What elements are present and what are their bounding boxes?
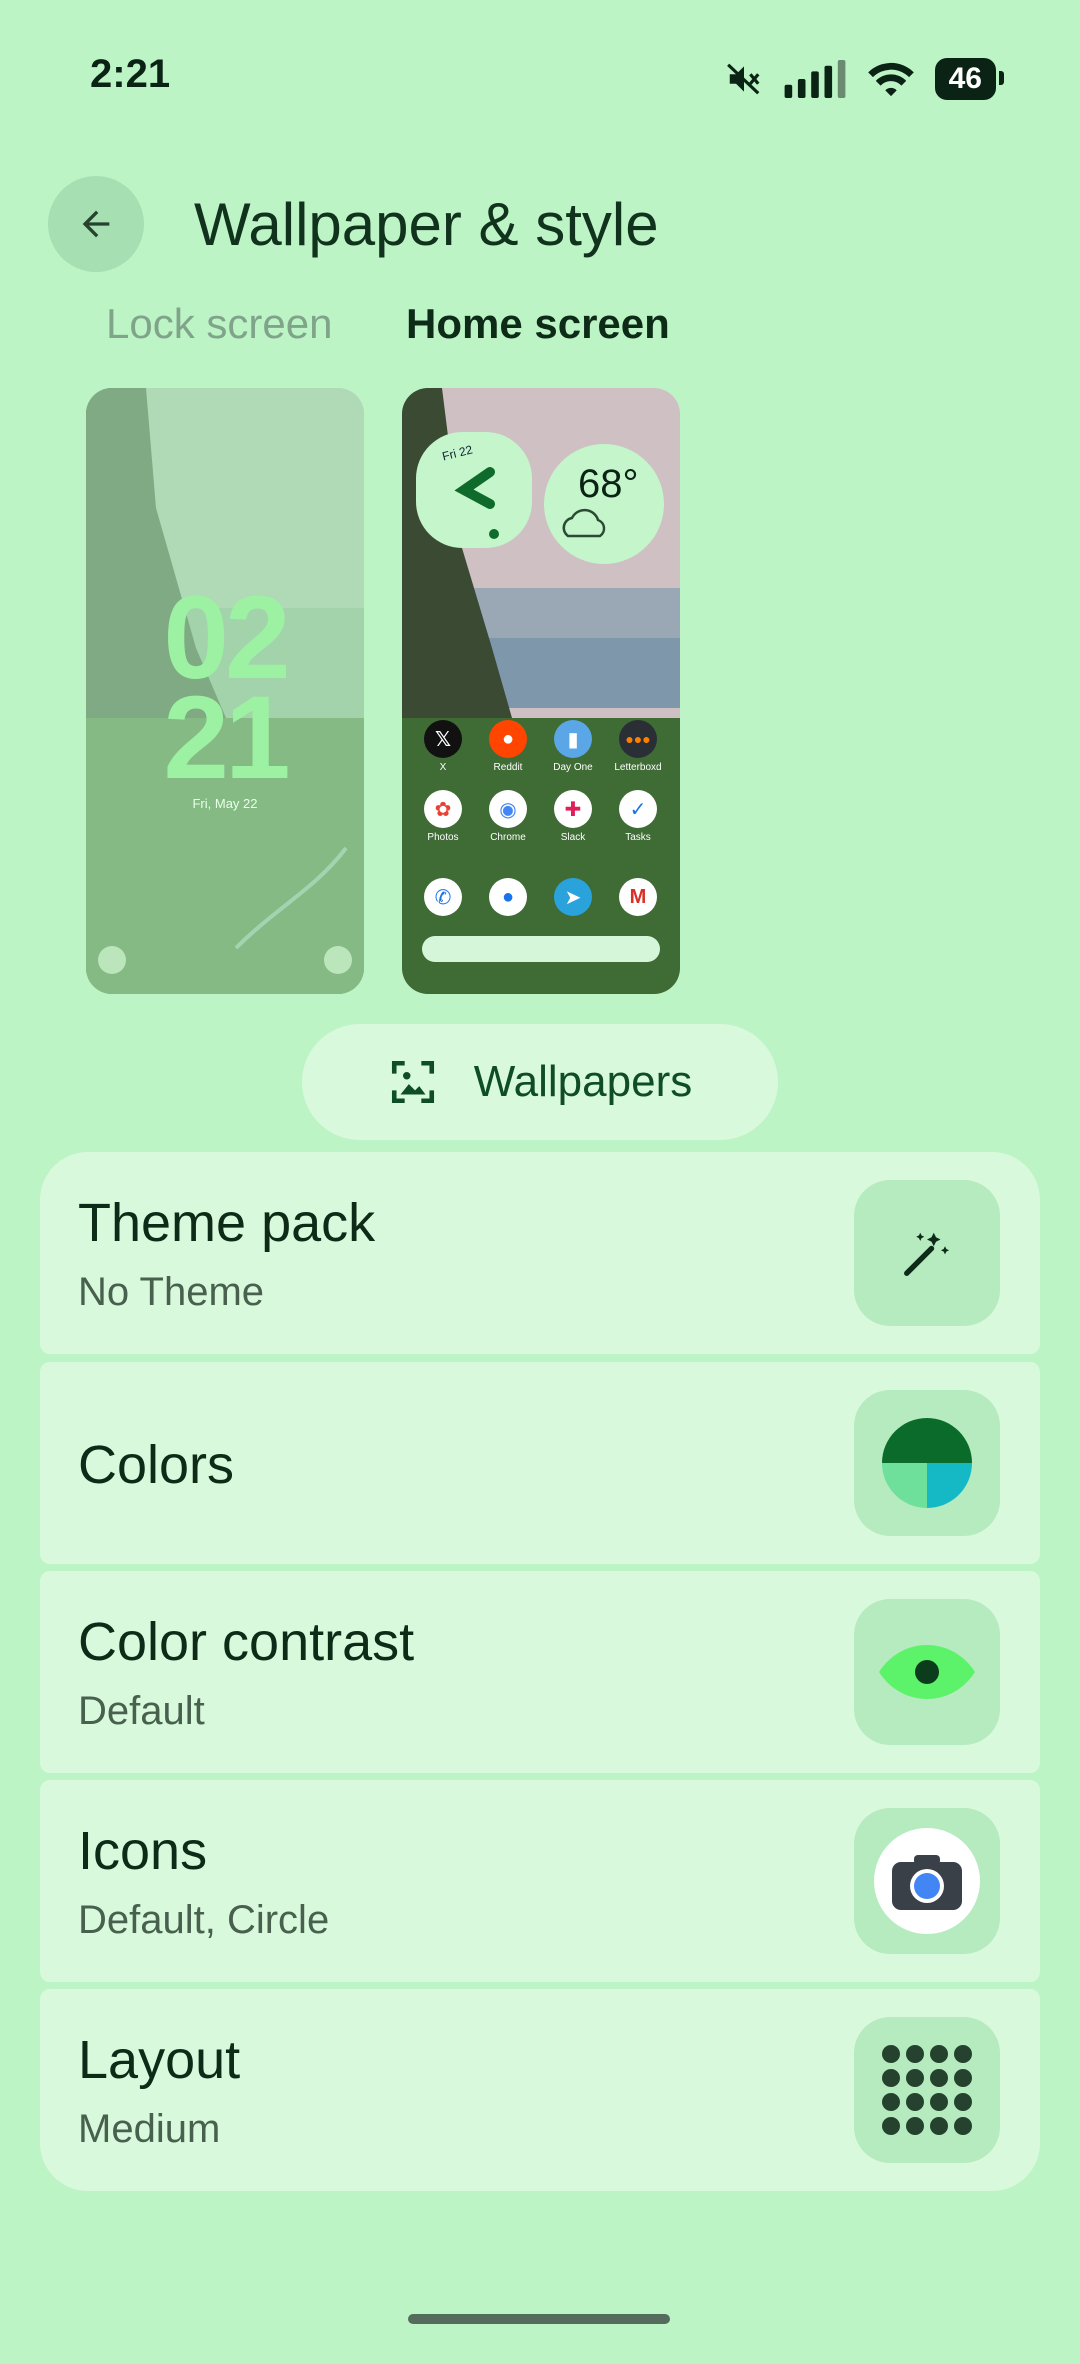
app-label: X [439,762,447,773]
messages-app-icon[interactable]: ● [489,878,527,916]
dayone-app-icon[interactable]: ▮ [554,720,592,758]
camera-app-icon [854,1808,1000,1954]
color-contrast-option[interactable]: Color contrast Default [40,1571,1040,1773]
lock-date: Fri, May 22 [192,796,258,811]
wallpapers-button[interactable]: Wallpapers [302,1024,778,1140]
letterboxd-app-icon[interactable]: ●●● [619,720,657,758]
option-title: Colors [78,1435,235,1495]
option-subtitle: No Theme [78,1270,265,1314]
option-title: Theme pack [78,1193,376,1253]
app-label: Day One [553,762,593,773]
tasks-app-icon[interactable]: ✓ [619,790,657,828]
grid-layout-icon [854,2017,1000,2163]
photos-app-icon[interactable]: ✿ [424,790,462,828]
arrow-back-icon [82,210,110,238]
clock-hands-icon [454,467,499,539]
home-screen-preview[interactable]: Fri 22 68° 𝕏 X ● Reddit ▮ Day One ●●● Le… [402,388,680,994]
tab-lock-screen[interactable]: Lock screen [106,300,332,348]
magic-wand-icon [854,1180,1000,1326]
option-subtitle: Medium [78,2107,221,2151]
phone-app-icon[interactable]: ✆ [424,878,462,916]
status-time: 2:21 [90,52,171,96]
status-icons: 46 [725,58,1005,100]
lock-clock: 02 21 [86,579,364,804]
app-label: Reddit [493,762,523,773]
wifi-icon [867,62,914,97]
page-title: Wallpaper & style [194,191,659,258]
slack-app-icon[interactable]: ✚ [554,790,592,828]
clock-widget[interactable] [416,432,532,548]
tab-home-screen[interactable]: Home screen [406,300,670,348]
weather-temp: 68° [578,462,639,506]
lock-clock-minutes: 21 [163,672,290,804]
telegram-app-icon[interactable]: ➤ [554,878,592,916]
app-label: Letterboxd [614,762,662,773]
eye-icon [854,1599,1000,1745]
option-subtitle: Default [78,1689,205,1733]
color-palette-icon [854,1390,1000,1536]
wallpapers-label: Wallpapers [473,1057,693,1106]
option-title: Icons [78,1821,208,1881]
google-search-bar[interactable] [422,936,660,962]
icons-option[interactable]: Icons Default, Circle [40,1780,1040,1982]
theme-pack-option[interactable]: Theme pack No Theme [40,1152,1040,1354]
layout-option[interactable]: Layout Medium [40,1989,1040,2191]
x-app-icon[interactable]: 𝕏 [424,720,462,758]
mute-icon [726,63,760,95]
flashlight-icon [98,946,126,974]
option-subtitle: Default, Circle [78,1898,330,1942]
app-label: Slack [560,832,586,843]
app-label: Tasks [625,832,651,843]
reddit-app-icon[interactable]: ● [489,720,527,758]
app-label: Photos [427,832,459,843]
back-button[interactable] [48,176,144,272]
signal-icon [784,60,846,98]
gmail-app-icon[interactable]: M [619,878,657,916]
battery-indicator: 46 [934,58,1005,100]
option-title: Color contrast [78,1612,415,1672]
option-title: Layout [78,2030,241,2090]
wallpaper-picker-icon [391,1060,434,1104]
lock-screen-preview[interactable]: 02 21 Fri, May 22 [86,388,364,994]
colors-option[interactable]: Colors [40,1362,1040,1564]
home-gesture-indicator[interactable] [408,2314,670,2324]
home-control-icon [324,946,352,974]
chrome-app-icon[interactable]: ◉ [489,790,527,828]
app-label: Chrome [490,832,526,843]
